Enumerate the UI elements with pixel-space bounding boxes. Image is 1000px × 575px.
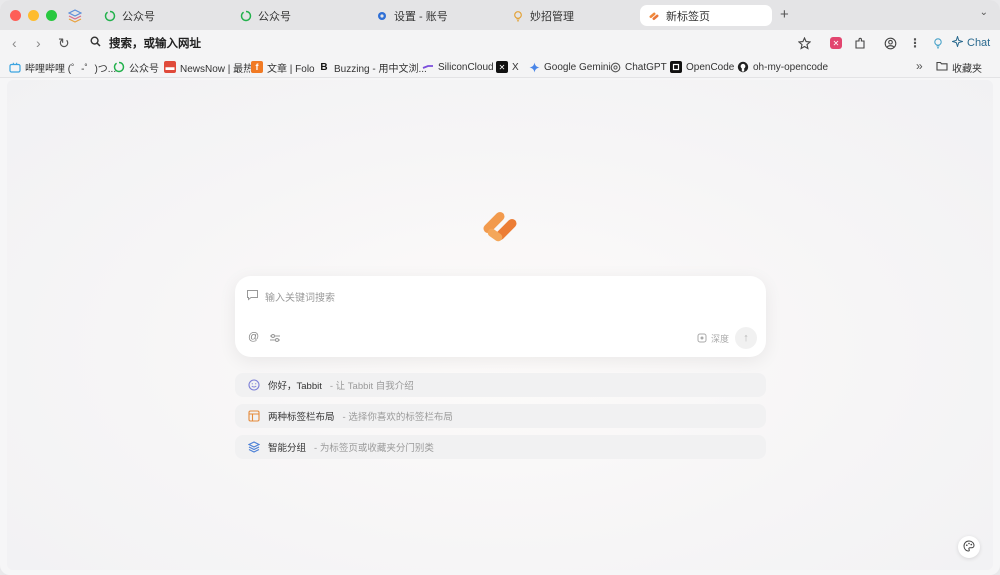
tab-label: 公众号	[258, 10, 291, 23]
suggestion-smart-grouping[interactable]: 智能分组 - 为标签页或收藏夹分门别类	[235, 435, 766, 459]
close-window-button[interactable]	[10, 10, 21, 21]
tips-lightbulb-icon[interactable]	[930, 35, 946, 51]
bookmark-x[interactable]: ✕ X	[496, 60, 519, 74]
buzzing-icon: B	[320, 61, 328, 73]
bookmark-siliconcloud[interactable]: SiliconCloud	[422, 60, 494, 74]
tab-strip: 公众号 公众号 设置 - 账号 妙招管理 新标签页 + ⌄	[0, 0, 1000, 30]
chat-bubble-icon	[247, 290, 258, 301]
bilibili-icon	[9, 61, 21, 73]
bookmark-gemini[interactable]: Google Gemini	[528, 60, 611, 74]
bookmark-newsnow[interactable]: ▬ NewsNow | 最热	[164, 60, 253, 75]
tabbit-logo-icon	[483, 211, 517, 242]
send-button[interactable]: ↑	[735, 327, 757, 349]
tab-label: 设置 - 账号	[394, 10, 448, 23]
wechat-official-icon	[104, 10, 116, 22]
smile-icon	[247, 379, 260, 392]
tab-label: 公众号	[122, 10, 155, 23]
bookmark-chatgpt[interactable]: ChatGPT	[609, 60, 667, 74]
customize-theme-button[interactable]	[958, 536, 980, 558]
x-icon: ✕	[496, 61, 508, 73]
folder-icon	[936, 61, 948, 74]
new-tab-button[interactable]: +	[780, 6, 789, 23]
settings-sliders-icon[interactable]	[269, 333, 281, 343]
more-menu-icon[interactable]: ⋮	[907, 35, 923, 51]
lightbulb-icon	[512, 10, 524, 22]
suggestion-desc: - 为标签页或收藏夹分门别类	[314, 443, 434, 454]
bookmark-wechat[interactable]: 公众号	[113, 60, 159, 75]
bookmark-opencode[interactable]: OpenCode	[670, 60, 734, 74]
address-bar[interactable]: 搜索，或输入网址	[82, 32, 822, 54]
bookmark-bilibili[interactable]: 哔哩哔哩 (゜-゜)つ...	[9, 60, 116, 75]
suggestion-title: 两种标签栏布局	[268, 412, 335, 423]
search-icon	[90, 36, 101, 50]
chat-button[interactable]: Chat	[950, 34, 991, 50]
tab-settings-account[interactable]: 设置 - 账号	[368, 5, 456, 26]
sparkle-icon	[950, 34, 965, 50]
suggestion-tab-layout[interactable]: 两种标签栏布局 - 选择你喜欢的标签栏布局	[235, 404, 766, 428]
suggestion-desc: - 让 Tabbit 自我介绍	[329, 381, 414, 392]
chatgpt-icon	[609, 61, 621, 73]
newsnow-icon: ▬	[164, 61, 176, 73]
bookmarks-overflow-button[interactable]: »	[916, 59, 923, 73]
tab-label: 新标签页	[666, 10, 710, 23]
search-input[interactable]: 输入关键词搜索	[265, 289, 335, 304]
extension-pink-icon[interactable]: ✕	[830, 37, 842, 49]
suggestion-desc: - 选择你喜欢的标签栏布局	[342, 412, 453, 423]
window-controls	[10, 10, 57, 21]
reload-button[interactable]: ↻	[58, 35, 70, 52]
brain-icon	[697, 333, 707, 345]
bookmark-star-icon[interactable]	[796, 35, 812, 51]
gemini-icon	[528, 61, 540, 73]
siliconcloud-icon	[422, 61, 434, 73]
profile-avatar-icon[interactable]	[882, 35, 898, 51]
suggestion-title: 你好，Tabbit	[268, 381, 322, 392]
tab-wechat-2[interactable]: 公众号	[232, 5, 299, 26]
github-icon	[737, 61, 749, 73]
tabbit-logo-icon	[648, 10, 660, 22]
layers-icon	[247, 441, 260, 454]
bookmark-buzzing[interactable]: B Buzzing - 用中文浏...	[318, 60, 426, 75]
suggestion-hello-tabbit[interactable]: 你好，Tabbit - 让 Tabbit 自我介绍	[235, 373, 766, 397]
search-box[interactable]: 输入关键词搜索 @ 深度 ↑	[235, 276, 766, 357]
mention-button[interactable]: @	[248, 331, 259, 343]
folo-icon: f	[251, 61, 263, 73]
palette-icon	[963, 539, 975, 555]
bookmarks-folder[interactable]: 收藏夹	[936, 60, 982, 75]
tab-new-tab[interactable]: 新标签页	[640, 5, 772, 26]
maximize-window-button[interactable]	[46, 10, 57, 21]
gear-icon	[376, 10, 388, 22]
minimize-window-button[interactable]	[28, 10, 39, 21]
wechat-official-icon	[240, 10, 252, 22]
forward-button[interactable]: ›	[36, 35, 41, 51]
opencode-icon	[670, 61, 682, 73]
back-button[interactable]: ‹	[12, 35, 17, 51]
tab-wechat-1[interactable]: 公众号	[96, 5, 163, 26]
bookmark-oh-my-opencode[interactable]: oh-my-opencode	[737, 60, 828, 74]
deep-think-toggle[interactable]: 深度	[697, 332, 729, 345]
toolbar: ‹ › ↻ 搜索，或输入网址 ✕ ⋮ Chat	[0, 30, 1000, 56]
new-tab-page: 输入关键词搜索 @ 深度 ↑ 你好，Tabbit - 让 Tabbit 自我介绍	[7, 80, 993, 570]
tab-list-chevron-icon[interactable]: ⌄	[980, 7, 988, 18]
wechat-official-icon	[113, 61, 125, 73]
extensions-puzzle-icon[interactable]	[852, 35, 868, 51]
address-placeholder: 搜索，或输入网址	[109, 38, 201, 50]
chat-label: Chat	[967, 37, 991, 49]
tab-tips[interactable]: 妙招管理	[504, 5, 582, 26]
bookmarks-bar: 哔哩哔哩 (゜-゜)つ... 公众号 ▬ NewsNow | 最热 f 文章 |…	[0, 56, 1000, 78]
tab-groups-icon[interactable]	[68, 9, 82, 23]
suggestion-title: 智能分组	[268, 443, 307, 454]
bookmark-folo[interactable]: f 文章 | Folo	[251, 60, 315, 75]
browser-window: 公众号 公众号 设置 - 账号 妙招管理 新标签页 + ⌄ ‹ › ↻ 搜索，或…	[0, 0, 1000, 575]
layout-icon	[247, 410, 260, 423]
tab-label: 妙招管理	[530, 10, 574, 23]
